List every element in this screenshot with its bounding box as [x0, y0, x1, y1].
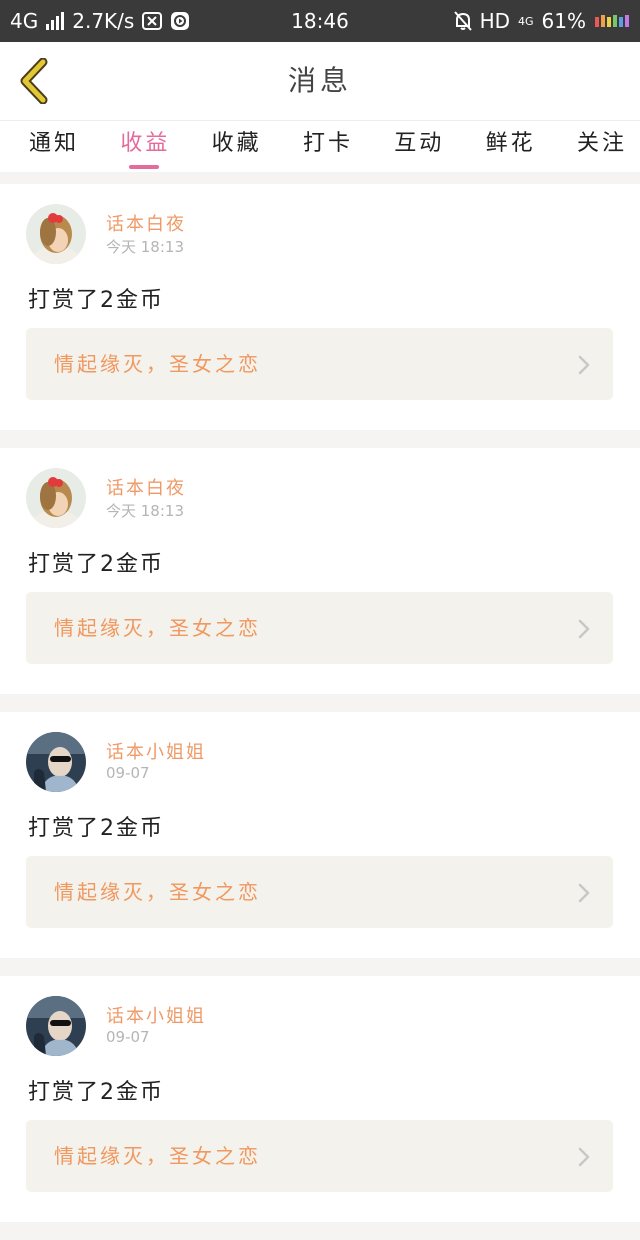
- avatar[interactable]: [26, 468, 86, 528]
- timestamp: 09-07: [106, 1028, 150, 1046]
- status-left: 4G 2.7K/s: [10, 9, 454, 33]
- status-bar: 4G 2.7K/s 18:46 HD 4G 61%: [0, 0, 640, 42]
- timestamp: 今天 18:13: [106, 238, 184, 256]
- man-sunglasses-avatar-icon: [26, 732, 86, 792]
- book-title: 情起缘灭，圣女之恋: [54, 880, 261, 904]
- avatar[interactable]: [26, 996, 86, 1056]
- battery-icon: [594, 12, 630, 30]
- man-sunglasses-avatar-icon: [26, 996, 86, 1056]
- avatar[interactable]: [26, 732, 86, 792]
- tab-favorites[interactable]: 收藏: [205, 121, 269, 171]
- book-link[interactable]: 情起缘灭，圣女之恋: [26, 856, 613, 928]
- avatar[interactable]: [26, 204, 86, 264]
- message-text: 打赏了2金币: [28, 816, 164, 841]
- network-speed: 2.7K/s: [72, 9, 135, 33]
- girl-avatar-icon: [26, 204, 86, 264]
- girl-avatar-icon: [26, 468, 86, 528]
- book-title: 情起缘灭，圣女之恋: [54, 352, 261, 376]
- username[interactable]: 话本白夜: [106, 210, 186, 236]
- message-text: 打赏了2金币: [28, 552, 164, 577]
- chevron-right-icon: [578, 883, 590, 903]
- message-card: 话本白夜 今天 18:13 打赏了2金币 情起缘灭，圣女之恋: [0, 184, 640, 430]
- timestamp: 今天 18:13: [106, 502, 184, 520]
- tab-follows[interactable]: 关注: [570, 121, 634, 171]
- message-text: 打赏了2金币: [28, 1080, 164, 1105]
- message-card: 话本小姐姐 09-07 打赏了2金币 情起缘灭，圣女之恋: [0, 712, 640, 958]
- message-card: 话本小姐姐 09-07 打赏了2金币 情起缘灭，圣女之恋: [0, 976, 640, 1222]
- message-list: 话本白夜 今天 18:13 打赏了2金币 情起缘灭，圣女之恋 话本白夜 今天 1…: [0, 172, 640, 1240]
- tab-checkin[interactable]: 打卡: [296, 121, 360, 171]
- tab-flowers[interactable]: 鲜花: [479, 121, 543, 171]
- tab-interactions[interactable]: 互动: [387, 121, 451, 171]
- network-type: 4G: [10, 9, 39, 33]
- message-card: 话本白夜 今天 18:13 打赏了2金币 情起缘灭，圣女之恋: [0, 448, 640, 694]
- header: 消息: [0, 42, 640, 120]
- tab-bar: 通知 收益 收藏 打卡 互动 鲜花 关注: [0, 120, 640, 172]
- signal-icon: [46, 12, 65, 30]
- book-link[interactable]: 情起缘灭，圣女之恋: [26, 592, 613, 664]
- network-type-secondary: 4G: [518, 14, 534, 28]
- hd-indicator: HD: [479, 9, 511, 33]
- username[interactable]: 话本白夜: [106, 474, 186, 500]
- page-title: 消息: [287, 64, 352, 97]
- message-text: 打赏了2金币: [28, 288, 164, 313]
- tab-notifications[interactable]: 通知: [22, 121, 86, 171]
- chevron-right-icon: [578, 355, 590, 375]
- battery-percent: 61%: [541, 9, 586, 33]
- chevron-right-icon: [578, 619, 590, 639]
- username[interactable]: 话本小姐姐: [106, 738, 206, 764]
- book-link[interactable]: 情起缘灭，圣女之恋: [26, 1120, 613, 1192]
- book-title: 情起缘灭，圣女之恋: [54, 1144, 261, 1168]
- username[interactable]: 话本小姐姐: [106, 1002, 206, 1028]
- play-app-icon: [170, 11, 190, 31]
- timestamp: 09-07: [106, 764, 150, 782]
- status-right: HD 4G 61%: [453, 9, 630, 33]
- muted-bell-icon: [453, 11, 472, 31]
- chevron-right-icon: [578, 1147, 590, 1167]
- book-title: 情起缘灭，圣女之恋: [54, 616, 261, 640]
- book-link[interactable]: 情起缘灭，圣女之恋: [26, 328, 613, 400]
- tab-earnings[interactable]: 收益: [113, 121, 177, 171]
- notification-app-icon: [142, 12, 163, 30]
